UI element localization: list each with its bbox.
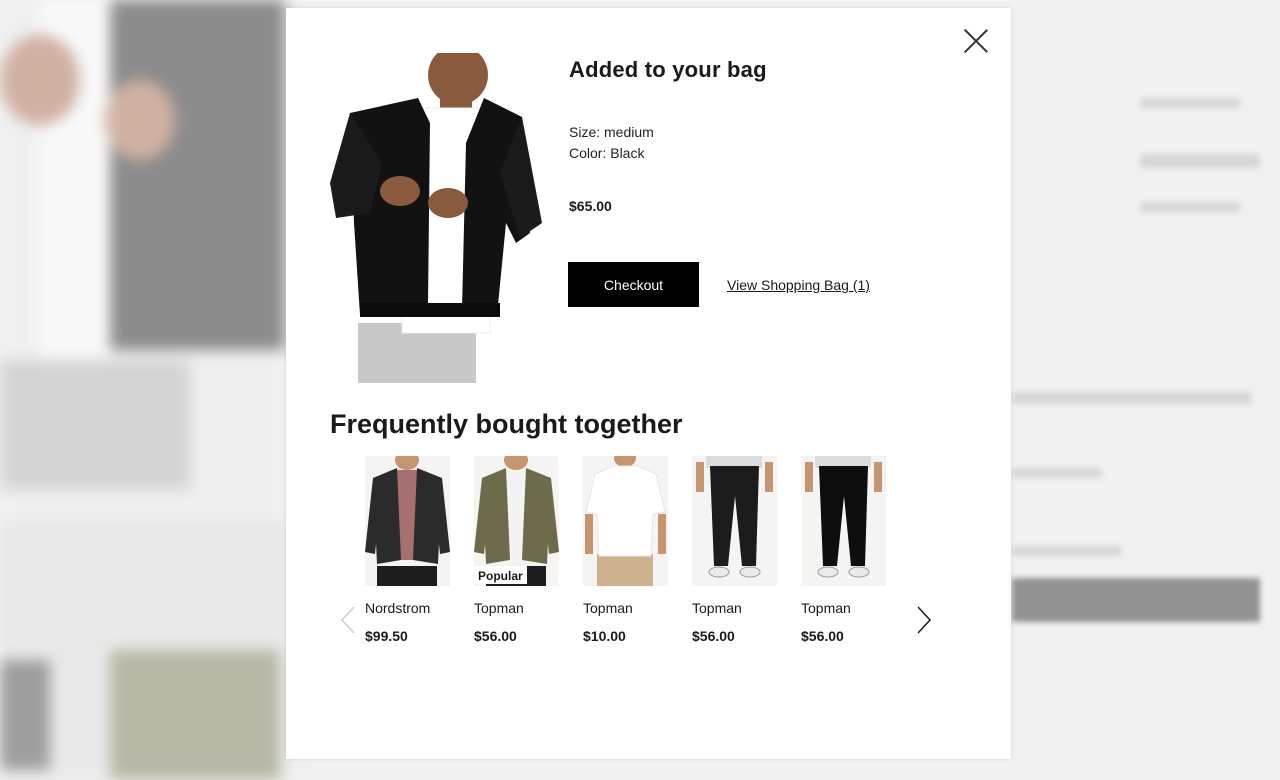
recommended-product-card[interactable]: Topman $56.00 bbox=[692, 456, 777, 644]
product-price-small: $56.00 bbox=[692, 628, 735, 644]
modal-title: Added to your bag bbox=[569, 57, 767, 82]
chevron-right-icon[interactable] bbox=[912, 602, 936, 638]
product-price-small: $10.00 bbox=[583, 628, 626, 644]
product-list: Nordstrom $99.50 Popular Topman $56.00 Topman… bbox=[365, 456, 886, 644]
background-sidebar bbox=[1012, 0, 1280, 780]
product-brand[interactable]: Topman bbox=[474, 600, 559, 616]
popular-badge: Popular bbox=[474, 566, 527, 584]
close-icon[interactable] bbox=[963, 28, 989, 54]
recommended-product-image: Popular bbox=[474, 456, 559, 586]
recommendations-carousel: Nordstrom $99.50 Popular Topman $56.00 Topman… bbox=[330, 456, 940, 656]
product-brand[interactable]: Topman bbox=[583, 600, 668, 616]
product-brand[interactable]: Topman bbox=[801, 600, 886, 616]
recommendations-title: Frequently bought together bbox=[330, 409, 683, 439]
view-shopping-bag-link[interactable]: View Shopping Bag (1) bbox=[727, 277, 870, 293]
recommended-product-image bbox=[692, 456, 777, 586]
background-product-image bbox=[0, 0, 290, 780]
product-price-small: $56.00 bbox=[474, 628, 517, 644]
product-brand[interactable]: Nordstrom bbox=[365, 600, 450, 616]
chevron-left-icon[interactable] bbox=[338, 602, 362, 638]
color-text: Color: Black bbox=[569, 145, 645, 161]
product-price-small: $56.00 bbox=[801, 628, 844, 644]
checkout-button[interactable]: Checkout bbox=[568, 262, 699, 307]
recommended-product-card[interactable]: Topman $56.00 bbox=[801, 456, 886, 644]
added-to-bag-modal: Added to your bag Size: medium Color: Bl… bbox=[286, 8, 1011, 759]
recommended-product-card[interactable]: Popular Topman $56.00 bbox=[474, 456, 559, 644]
product-options: Size: medium Color: Black bbox=[569, 122, 654, 164]
recommended-product-image bbox=[583, 456, 668, 586]
product-price-small: $99.50 bbox=[365, 628, 408, 644]
recommended-product-image bbox=[801, 456, 886, 586]
product-brand[interactable]: Topman bbox=[692, 600, 777, 616]
recommended-product-card[interactable]: Nordstrom $99.50 bbox=[365, 456, 450, 644]
size-text: Size: medium bbox=[569, 124, 654, 140]
product-image bbox=[330, 45, 542, 383]
product-price: $65.00 bbox=[569, 198, 612, 214]
recommended-product-card[interactable]: Topman $10.00 bbox=[583, 456, 668, 644]
recommended-product-image bbox=[365, 456, 450, 586]
